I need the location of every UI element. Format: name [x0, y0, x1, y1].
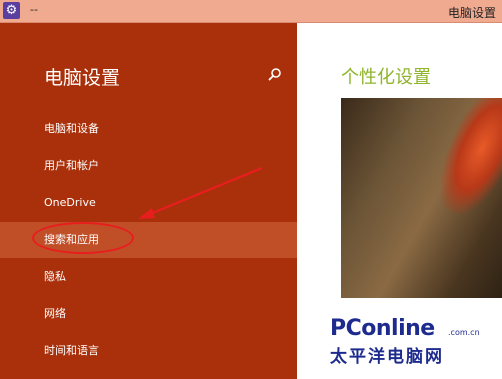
- preview-highlight: [425, 98, 502, 225]
- sidebar: 电脑设置 电脑和设备 用户和帐户 OneDrive 搜索和应用 隐私 网络 时间…: [0, 23, 297, 379]
- sidebar-item-label: 隐私: [44, 270, 66, 283]
- window-title: 电脑设置: [447, 6, 496, 20]
- title-dash: --: [30, 3, 38, 16]
- content-heading: 个性化设置: [341, 67, 431, 88]
- sidebar-item-onedrive[interactable]: OneDrive: [0, 185, 297, 221]
- watermark-domain: .com.cn: [448, 328, 480, 337]
- watermark-brand: PConline: [330, 316, 435, 341]
- sidebar-item-label: 时间和语言: [44, 344, 99, 357]
- annotation-ellipse: [32, 222, 134, 254]
- sidebar-item-label: OneDrive: [44, 196, 96, 209]
- settings-gear-icon[interactable]: ⚙: [3, 2, 20, 19]
- title-bar: ⚙ -- 电脑设置: [0, 0, 502, 23]
- sidebar-item-label: 网络: [44, 307, 66, 320]
- sidebar-item-time-and-language[interactable]: 时间和语言: [0, 333, 297, 369]
- sidebar-heading: 电脑设置: [44, 67, 121, 89]
- sidebar-item-pc-and-devices[interactable]: 电脑和设备: [0, 111, 297, 147]
- sidebar-item-privacy[interactable]: 隐私: [0, 259, 297, 295]
- sidebar-item-label: 用户和帐户: [44, 159, 99, 172]
- lock-screen-preview-image[interactable]: [341, 98, 502, 298]
- watermark-chinese: 太平洋电脑网: [330, 347, 444, 367]
- sidebar-item-network[interactable]: 网络: [0, 296, 297, 332]
- sidebar-item-accounts[interactable]: 用户和帐户: [0, 148, 297, 184]
- sidebar-item-label: 电脑和设备: [44, 122, 99, 135]
- search-icon[interactable]: [268, 67, 282, 81]
- watermark: PConline .com.cn 太平洋电脑网: [330, 316, 500, 367]
